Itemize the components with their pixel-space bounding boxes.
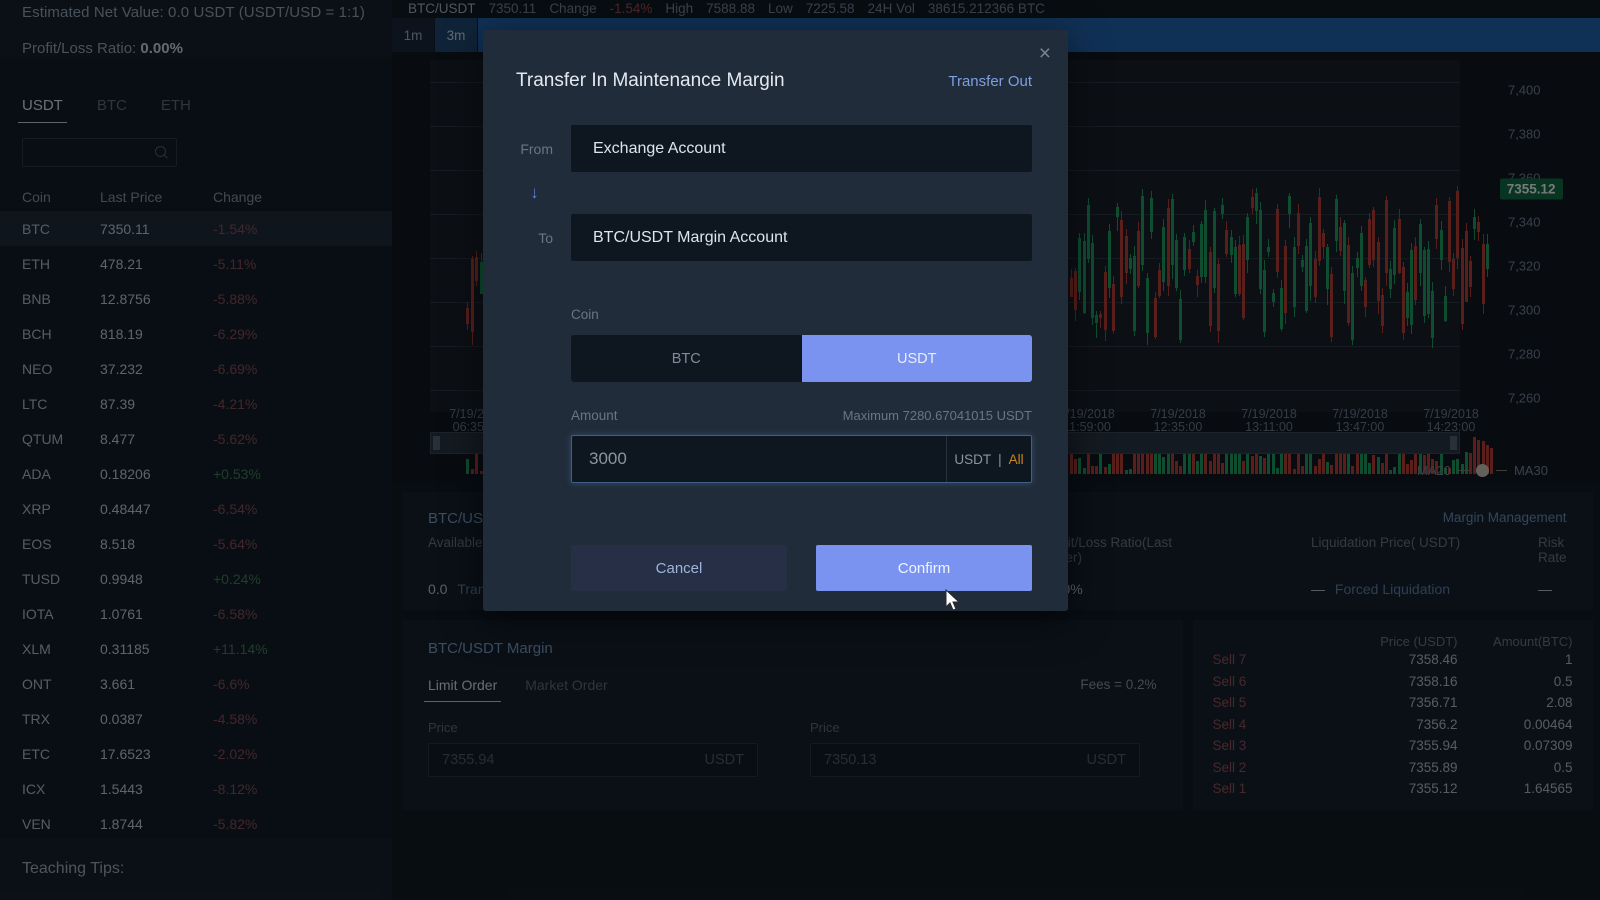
trading-app: Estimated Net Value: 0.0 USDT (USDT/USD … [0, 0, 1600, 900]
amount-label: Amount [571, 408, 618, 423]
coin-label: Coin [483, 307, 1068, 322]
direction-row: ↓ [483, 172, 1068, 214]
transfer-out-link[interactable]: Transfer Out [948, 73, 1032, 90]
amount-input[interactable]: 3000 [572, 436, 946, 482]
amount-unit: USDT [954, 452, 991, 467]
to-label: To [516, 230, 571, 246]
from-account-select[interactable]: Exchange Account [571, 125, 1032, 172]
amount-all-button[interactable]: All [1009, 452, 1024, 467]
cancel-button[interactable]: Cancel [571, 545, 787, 591]
mouse-cursor [944, 589, 964, 615]
modal-header: Transfer In Maintenance Margin Transfer … [483, 30, 1068, 92]
arrow-down-icon: ↓ [516, 183, 571, 203]
amount-input-box[interactable]: 3000 USDT | All [571, 435, 1032, 483]
coin-option-btc[interactable]: BTC [571, 335, 802, 382]
close-icon[interactable]: × [1039, 43, 1051, 64]
modal-actions: Cancel Confirm [571, 545, 1032, 591]
from-row: From Exchange Account [483, 125, 1068, 172]
coin-toggle: BTC USDT [571, 335, 1032, 382]
coin-option-usdt[interactable]: USDT [802, 335, 1033, 382]
to-account-select[interactable]: BTC/USDT Margin Account [571, 214, 1032, 261]
amount-header: Amount Maximum 7280.67041015 USDT [571, 408, 1032, 423]
from-label: From [516, 141, 571, 157]
modal-title: Transfer In Maintenance Margin [516, 70, 785, 92]
amount-divider: | [998, 452, 1002, 467]
maximum-amount-label: Maximum 7280.67041015 USDT [843, 408, 1032, 423]
amount-unit-group: USDT | All [946, 436, 1031, 482]
to-row: To BTC/USDT Margin Account [483, 214, 1068, 261]
confirm-button[interactable]: Confirm [816, 545, 1032, 591]
transfer-modal: × Transfer In Maintenance Margin Transfe… [483, 30, 1068, 611]
